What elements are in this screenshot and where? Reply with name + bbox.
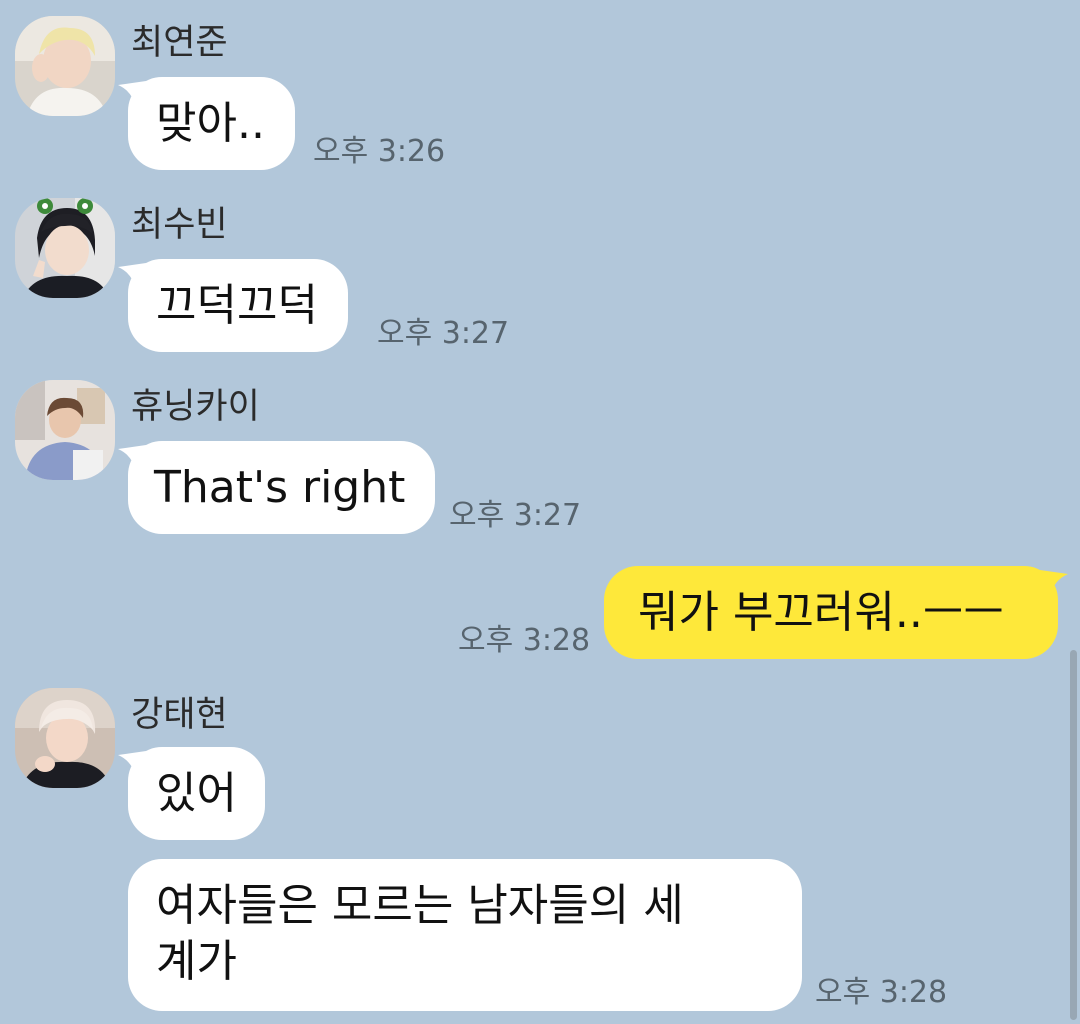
sender-name: 최수빈 bbox=[131, 205, 228, 245]
avatar-image bbox=[15, 380, 115, 480]
message-text: 뭐가 부끄러워..ㅡㅡ bbox=[638, 587, 1004, 638]
message-bubble[interactable]: 여자들은 모르는 남자들의 세계가 bbox=[128, 859, 802, 1011]
message-text: 있어 bbox=[156, 768, 237, 819]
profile-avatar-choi-yeonjun[interactable] bbox=[15, 16, 115, 116]
message-text: 끄덕끄덕 bbox=[156, 280, 318, 331]
avatar-image bbox=[15, 16, 115, 116]
chat-scrollbar[interactable] bbox=[1070, 650, 1077, 1020]
my-message-bubble[interactable]: 뭐가 부끄러워..ㅡㅡ bbox=[604, 566, 1068, 659]
profile-avatar-kang-taehyun[interactable] bbox=[15, 688, 115, 788]
bubble-tail bbox=[118, 445, 146, 471]
message-bubble[interactable]: 끄덕끄덕 bbox=[118, 259, 348, 352]
avatar-image bbox=[15, 688, 115, 788]
avatar-image bbox=[15, 198, 115, 298]
message-time: 오후 3:26 bbox=[313, 134, 446, 169]
profile-avatar-huening-kai[interactable] bbox=[15, 380, 115, 480]
message-time: 오후 3:27 bbox=[377, 316, 510, 351]
message-time: 오후 3:28 bbox=[815, 975, 948, 1010]
message-text: That's right bbox=[154, 462, 406, 513]
bubble-tail bbox=[118, 751, 146, 777]
bubble-tail bbox=[1040, 570, 1068, 596]
message-bubble[interactable]: That's right bbox=[118, 441, 436, 534]
sender-name: 휴닝카이 bbox=[131, 387, 260, 427]
message-time: 오후 3:27 bbox=[449, 498, 582, 533]
message-bubble[interactable]: 맞아.. bbox=[118, 77, 295, 170]
message-bubble[interactable]: 있어 bbox=[118, 747, 265, 840]
bubble-tail bbox=[118, 263, 146, 289]
chat-messages-area[interactable]: 최연준 맞아.. 오후 3:26 최수빈 끄덕끄덕 오후 3:27 휴닝카이 T… bbox=[0, 0, 1080, 1024]
message-text: 여자들은 모르는 남자들의 세계가 bbox=[156, 880, 684, 987]
message-text: 맞아.. bbox=[156, 98, 265, 149]
message-time: 오후 3:28 bbox=[458, 623, 591, 658]
sender-name: 강태현 bbox=[131, 695, 228, 735]
bubble-tail bbox=[118, 81, 146, 107]
profile-avatar-choi-soobin[interactable] bbox=[15, 198, 115, 298]
sender-name: 최연준 bbox=[131, 23, 228, 63]
